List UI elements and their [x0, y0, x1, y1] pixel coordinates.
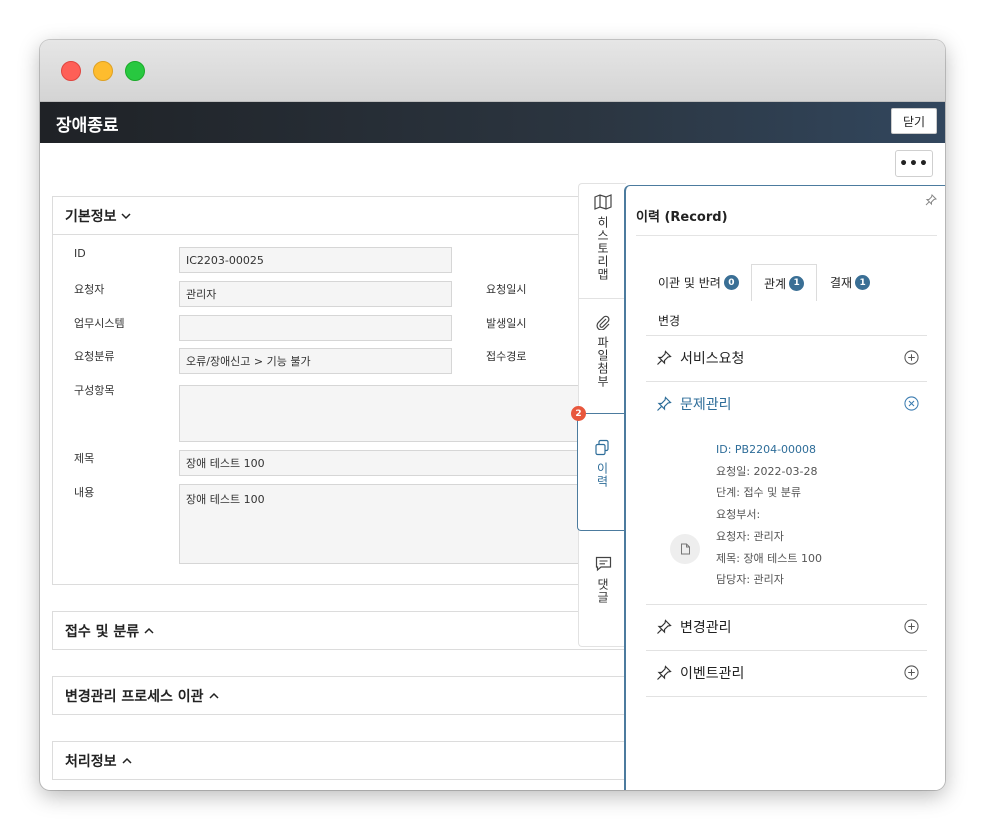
system-field[interactable] [179, 315, 452, 341]
detail-id[interactable]: ID: PB2204-00008 [716, 439, 822, 461]
record-count-badge: 2 [571, 406, 586, 421]
tab-comments-label: 댓글 [595, 578, 610, 604]
detail-date: 요청일: 2022-03-28 [716, 464, 818, 478]
change-transfer-header[interactable]: 변경관리 프로세스 이관 [53, 677, 651, 715]
app-window: 장애종료 닫기 ••• 기본정보 ID IC2203-00025 요청자 관리자… [40, 40, 945, 790]
channel-label: 접수경로 [486, 350, 527, 363]
process-info-header[interactable]: 처리정보 [53, 742, 651, 780]
content-label: 내용 [74, 486, 95, 499]
plus-circle-icon[interactable] [904, 350, 919, 365]
detail-assignee: 담당자: 관리자 [716, 573, 784, 587]
tab-attachments-label: 파일첨부 [595, 336, 610, 388]
tab-transfer-reject[interactable]: 이관 및 반려 0 [658, 264, 739, 301]
comment-icon [595, 556, 611, 572]
id-label: ID [74, 247, 86, 260]
tab-comments[interactable]: 댓글 [579, 556, 627, 636]
pin-icon [657, 396, 672, 411]
tab-history-map[interactable]: 히스토리맵 [579, 194, 627, 299]
relation-item-label: 이벤트관리 [680, 666, 745, 682]
close-button[interactable]: 닫기 [891, 108, 937, 134]
requester-label: 요청자 [74, 283, 105, 296]
page-title: 장애종료 [56, 116, 119, 136]
tab-approval-label: 결재 [830, 276, 853, 290]
detail-dept: 요청부서: [716, 508, 761, 522]
change-transfer-section: 변경관리 프로세스 이관 [52, 676, 652, 715]
count-badge: 1 [789, 275, 805, 291]
process-info-heading: 처리정보 [65, 754, 117, 770]
pin-icon [657, 665, 672, 680]
chevron-up-icon [122, 757, 132, 764]
more-options-button[interactable]: ••• [895, 150, 933, 177]
page-header: 장애종료 닫기 [40, 102, 945, 143]
relation-item-label: 변경관리 [680, 620, 732, 636]
detail-stage: 단계: 접수 및 분류 [716, 486, 802, 500]
count-badge: 0 [723, 275, 739, 290]
tab-transfer-reject-label: 이관 및 반려 [658, 276, 721, 290]
map-icon [594, 194, 612, 210]
content-field[interactable]: 장애 테스트 100 [179, 484, 591, 564]
tab-attachments[interactable]: 파일첨부 [579, 314, 627, 412]
subject-field[interactable]: 장애 테스트 100 [179, 450, 591, 476]
config-label: 구성항목 [74, 384, 115, 397]
basic-info-header[interactable]: 기본정보 [53, 197, 651, 235]
tab-relation[interactable]: 관계 1 [751, 264, 818, 301]
id-field[interactable]: IC2203-00025 [179, 247, 452, 273]
pin-icon [657, 350, 672, 365]
relation-item-label: 서비스요청 [680, 351, 745, 367]
category-label: 요청분류 [74, 350, 115, 363]
record-panel: 이력 (Record) 이관 및 반려 0 관계 1 결재 1 변경 서비스요청… [624, 185, 945, 790]
window-titlebar [40, 40, 945, 102]
pin-icon[interactable] [925, 194, 937, 206]
change-transfer-heading: 변경관리 프로세스 이관 [65, 689, 204, 705]
divider [636, 235, 937, 236]
relation-item-problem[interactable]: 문제관리 [646, 382, 927, 426]
count-badge: 1 [855, 275, 871, 290]
relation-item-change[interactable]: 변경관리 [646, 605, 927, 649]
config-field[interactable] [179, 385, 591, 442]
minimize-window-button[interactable] [93, 61, 113, 81]
tab-record[interactable]: 2 이력 [571, 406, 627, 531]
relation-item-label: 문제관리 [680, 397, 732, 413]
plus-circle-icon[interactable] [904, 619, 919, 634]
document-icon [680, 543, 690, 555]
intake-heading: 접수 및 분류 [65, 624, 140, 640]
problem-detail: ID: PB2204-00008 요청일: 2022-03-28 단계: 접수 … [716, 439, 822, 591]
subject-label: 제목 [74, 452, 95, 465]
side-tab-bar: 히스토리맵 파일첨부 2 이력 댓글 [571, 183, 627, 647]
requester-field[interactable]: 관리자 [179, 281, 452, 307]
relation-item-event[interactable]: 이벤트관리 [646, 651, 927, 695]
intake-header[interactable]: 접수 및 분류 [53, 612, 651, 650]
detail-subject: 제목: 장애 테스트 100 [716, 551, 823, 565]
plus-circle-icon[interactable] [904, 665, 919, 680]
tab-history-map-label: 히스토리맵 [595, 216, 610, 281]
relation-item-service-request[interactable]: 서비스요청 [646, 336, 927, 380]
close-circle-icon[interactable] [904, 396, 919, 411]
tab-relation-label: 관계 [764, 276, 787, 291]
detail-requester: 요청자: 관리자 [716, 529, 784, 543]
process-info-section: 처리정보 [52, 741, 652, 780]
close-window-button[interactable] [61, 61, 81, 81]
document-icon-badge [670, 534, 700, 564]
tab-approval[interactable]: 결재 1 [830, 264, 871, 301]
copy-icon [595, 439, 609, 456]
basic-info-heading: 기본정보 [65, 208, 117, 225]
chevron-up-icon [144, 627, 154, 634]
divider [646, 696, 927, 697]
tab-change[interactable]: 변경 [658, 312, 680, 329]
occur-time-label: 발생일시 [486, 317, 527, 330]
zoom-window-button[interactable] [125, 61, 145, 81]
intake-section: 접수 및 분류 [52, 611, 652, 650]
system-label: 업무시스템 [74, 317, 125, 330]
basic-info-section: 기본정보 ID IC2203-00025 요청자 관리자 요청일시 업무시스템 … [52, 196, 652, 585]
chevron-up-icon [209, 692, 219, 699]
chevron-down-icon [121, 212, 131, 219]
pin-icon [657, 619, 672, 634]
divider [579, 298, 627, 299]
request-time-label: 요청일시 [486, 283, 527, 296]
tab-record-label: 이력 [595, 462, 609, 488]
paperclip-icon [596, 315, 610, 330]
record-panel-title: 이력 (Record) [636, 210, 728, 225]
category-field[interactable]: 오류/장애신고 > 기능 불가 [179, 348, 452, 374]
